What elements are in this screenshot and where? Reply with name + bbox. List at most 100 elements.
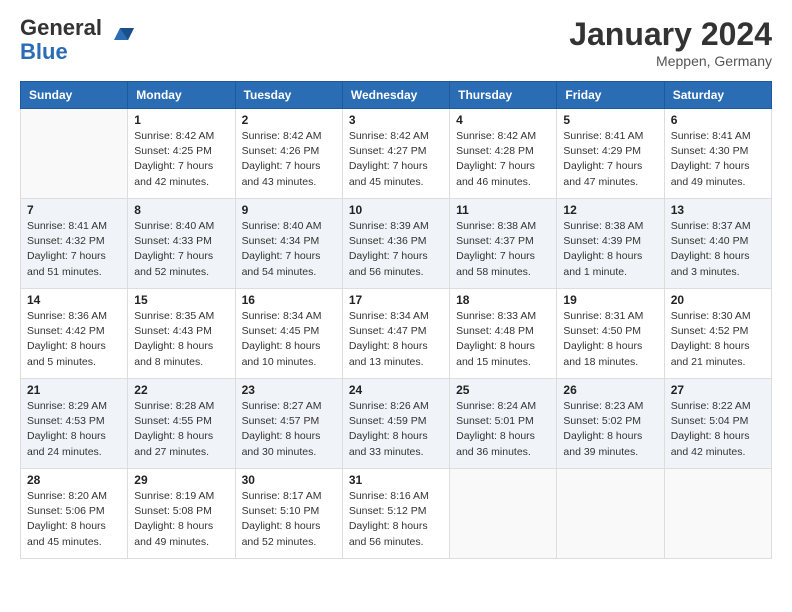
day-info: Sunrise: 8:36 AMSunset: 4:42 PMDaylight:…	[27, 309, 121, 370]
calendar-cell: 26 Sunrise: 8:23 AMSunset: 5:02 PMDayligh…	[557, 379, 664, 469]
day-number: 18	[456, 293, 550, 307]
day-number: 14	[27, 293, 121, 307]
day-info: Sunrise: 8:26 AMSunset: 4:59 PMDaylight:…	[349, 399, 443, 460]
day-info: Sunrise: 8:23 AMSunset: 5:02 PMDaylight:…	[563, 399, 657, 460]
calendar-cell: 12Sunrise: 8:38 AMSunset: 4:39 PMDayligh…	[557, 199, 664, 289]
day-info: Sunrise: 8:41 AMSunset: 4:29 PMDaylight:…	[563, 129, 657, 190]
month-title: January 2024	[569, 16, 772, 53]
day-info: Sunrise: 8:34 AMSunset: 4:45 PMDaylight:…	[242, 309, 336, 370]
day-info: Sunrise: 8:16 AMSunset: 5:12 PMDaylight:…	[349, 489, 443, 550]
col-header-tuesday: Tuesday	[235, 82, 342, 109]
day-number: 26	[563, 383, 657, 397]
day-info: Sunrise: 8:42 AMSunset: 4:28 PMDaylight:…	[456, 129, 550, 190]
day-number: 22	[134, 383, 228, 397]
day-number: 31	[349, 473, 443, 487]
day-number: 25	[456, 383, 550, 397]
day-info: Sunrise: 8:40 AMSunset: 4:33 PMDaylight:…	[134, 219, 228, 280]
calendar-cell: 3 Sunrise: 8:42 AMSunset: 4:27 PMDaylight…	[342, 109, 449, 199]
logo: General Blue	[20, 16, 136, 64]
calendar-week-1: 1 Sunrise: 8:42 AMSunset: 4:25 PMDaylight…	[21, 109, 772, 199]
day-number: 10	[349, 203, 443, 217]
day-info: Sunrise: 8:38 AMSunset: 4:37 PMDaylight:…	[456, 219, 550, 280]
calendar-cell: 25Sunrise: 8:24 AMSunset: 5:01 PMDayligh…	[450, 379, 557, 469]
day-number: 5	[563, 113, 657, 127]
calendar-cell: 8Sunrise: 8:40 AMSunset: 4:33 PMDaylight…	[128, 199, 235, 289]
logo-blue: Blue	[20, 39, 68, 64]
calendar-cell: 17Sunrise: 8:34 AMSunset: 4:47 PMDayligh…	[342, 289, 449, 379]
calendar-cell: 30 Sunrise: 8:17 AMSunset: 5:10 PMDayligh…	[235, 469, 342, 559]
day-info: Sunrise: 8:28 AMSunset: 4:55 PMDaylight:…	[134, 399, 228, 460]
day-number: 13	[671, 203, 765, 217]
title-block: January 2024 Meppen, Germany	[569, 16, 772, 69]
day-number: 21	[27, 383, 121, 397]
calendar-cell: 21 Sunrise: 8:29 AMSunset: 4:53 PMDayligh…	[21, 379, 128, 469]
calendar-cell: 15Sunrise: 8:35 AMSunset: 4:43 PMDayligh…	[128, 289, 235, 379]
day-info: Sunrise: 8:39 AMSunset: 4:36 PMDaylight:…	[349, 219, 443, 280]
calendar-cell: 18 Sunrise: 8:33 AMSunset: 4:48 PMDayligh…	[450, 289, 557, 379]
calendar-week-5: 28 Sunrise: 8:20 AMSunset: 5:06 PMDayligh…	[21, 469, 772, 559]
day-info: Sunrise: 8:29 AMSunset: 4:53 PMDaylight:…	[27, 399, 121, 460]
calendar-cell: 9Sunrise: 8:40 AMSunset: 4:34 PMDaylight…	[235, 199, 342, 289]
calendar-cell: 11 Sunrise: 8:38 AMSunset: 4:37 PMDayligh…	[450, 199, 557, 289]
calendar-cell: 31 Sunrise: 8:16 AMSunset: 5:12 PMDayligh…	[342, 469, 449, 559]
calendar-cell: 10 Sunrise: 8:39 AMSunset: 4:36 PMDayligh…	[342, 199, 449, 289]
day-number: 19	[563, 293, 657, 307]
calendar-cell: 5 Sunrise: 8:41 AMSunset: 4:29 PMDaylight…	[557, 109, 664, 199]
calendar-cell: 13Sunrise: 8:37 AMSunset: 4:40 PMDayligh…	[664, 199, 771, 289]
calendar-cell: 6 Sunrise: 8:41 AMSunset: 4:30 PMDaylight…	[664, 109, 771, 199]
calendar-cell: 7 Sunrise: 8:41 AMSunset: 4:32 PMDaylight…	[21, 199, 128, 289]
day-info: Sunrise: 8:27 AMSunset: 4:57 PMDaylight:…	[242, 399, 336, 460]
calendar-cell	[664, 469, 771, 559]
day-number: 4	[456, 113, 550, 127]
day-number: 24	[349, 383, 443, 397]
day-info: Sunrise: 8:17 AMSunset: 5:10 PMDaylight:…	[242, 489, 336, 550]
day-info: Sunrise: 8:31 AMSunset: 4:50 PMDaylight:…	[563, 309, 657, 370]
day-number: 29	[134, 473, 228, 487]
day-info: Sunrise: 8:41 AMSunset: 4:32 PMDaylight:…	[27, 219, 121, 280]
day-number: 6	[671, 113, 765, 127]
day-info: Sunrise: 8:20 AMSunset: 5:06 PMDaylight:…	[27, 489, 121, 550]
day-number: 7	[27, 203, 121, 217]
calendar-cell	[557, 469, 664, 559]
calendar-cell: 23 Sunrise: 8:27 AMSunset: 4:57 PMDayligh…	[235, 379, 342, 469]
col-header-monday: Monday	[128, 82, 235, 109]
location-subtitle: Meppen, Germany	[569, 53, 772, 69]
calendar-cell: 14 Sunrise: 8:36 AMSunset: 4:42 PMDayligh…	[21, 289, 128, 379]
col-header-saturday: Saturday	[664, 82, 771, 109]
day-info: Sunrise: 8:33 AMSunset: 4:48 PMDaylight:…	[456, 309, 550, 370]
day-number: 11	[456, 203, 550, 217]
calendar-cell: 19 Sunrise: 8:31 AMSunset: 4:50 PMDayligh…	[557, 289, 664, 379]
day-number: 20	[671, 293, 765, 307]
calendar-cell: 4 Sunrise: 8:42 AMSunset: 4:28 PMDaylight…	[450, 109, 557, 199]
day-number: 3	[349, 113, 443, 127]
col-header-sunday: Sunday	[21, 82, 128, 109]
logo-icon	[106, 18, 136, 48]
day-info: Sunrise: 8:38 AMSunset: 4:39 PMDaylight:…	[563, 219, 657, 280]
col-header-thursday: Thursday	[450, 82, 557, 109]
calendar-week-4: 21 Sunrise: 8:29 AMSunset: 4:53 PMDayligh…	[21, 379, 772, 469]
calendar-cell: 28 Sunrise: 8:20 AMSunset: 5:06 PMDayligh…	[21, 469, 128, 559]
page-header: General Blue January 2024 Meppen, German…	[20, 16, 772, 69]
calendar-cell: 24 Sunrise: 8:26 AMSunset: 4:59 PMDayligh…	[342, 379, 449, 469]
calendar-cell: 29 Sunrise: 8:19 AMSunset: 5:08 PMDayligh…	[128, 469, 235, 559]
day-number: 1	[134, 113, 228, 127]
day-number: 27	[671, 383, 765, 397]
calendar-cell	[21, 109, 128, 199]
calendar-table: SundayMondayTuesdayWednesdayThursdayFrid…	[20, 81, 772, 559]
day-info: Sunrise: 8:42 AMSunset: 4:27 PMDaylight:…	[349, 129, 443, 190]
day-info: Sunrise: 8:19 AMSunset: 5:08 PMDaylight:…	[134, 489, 228, 550]
calendar-cell: 27Sunrise: 8:22 AMSunset: 5:04 PMDayligh…	[664, 379, 771, 469]
day-number: 23	[242, 383, 336, 397]
col-header-friday: Friday	[557, 82, 664, 109]
calendar-week-2: 7 Sunrise: 8:41 AMSunset: 4:32 PMDaylight…	[21, 199, 772, 289]
day-number: 16	[242, 293, 336, 307]
day-info: Sunrise: 8:41 AMSunset: 4:30 PMDaylight:…	[671, 129, 765, 190]
day-number: 30	[242, 473, 336, 487]
calendar-cell	[450, 469, 557, 559]
logo-general: General	[20, 15, 102, 40]
calendar-week-3: 14 Sunrise: 8:36 AMSunset: 4:42 PMDayligh…	[21, 289, 772, 379]
day-info: Sunrise: 8:42 AMSunset: 4:25 PMDaylight:…	[134, 129, 228, 190]
day-info: Sunrise: 8:35 AMSunset: 4:43 PMDaylight:…	[134, 309, 228, 370]
day-number: 17	[349, 293, 443, 307]
day-number: 28	[27, 473, 121, 487]
